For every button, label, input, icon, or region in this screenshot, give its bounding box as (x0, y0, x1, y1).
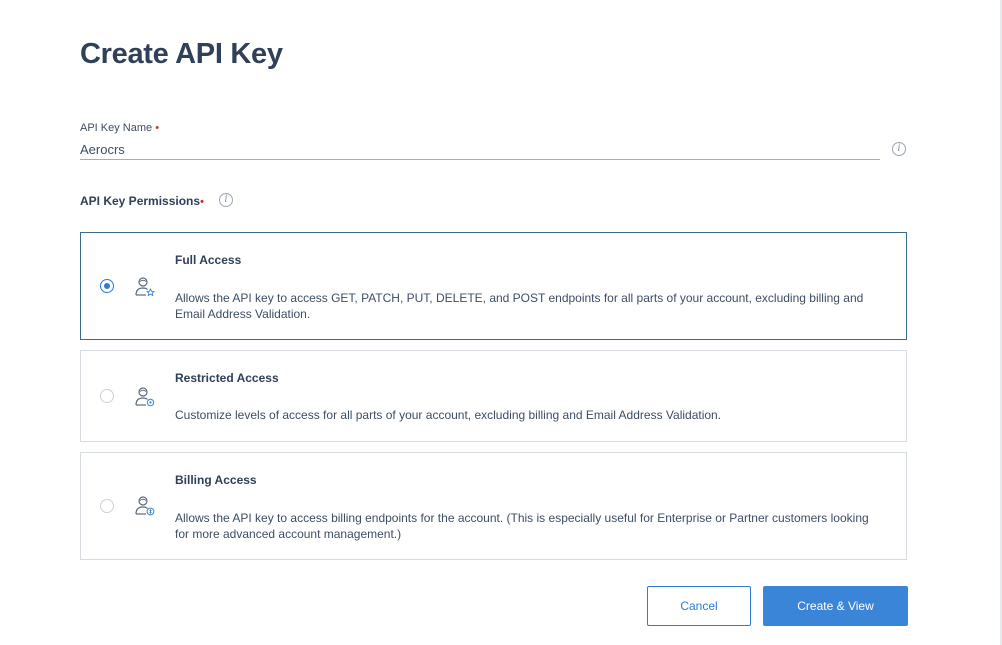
required-indicator: • (155, 122, 160, 134)
page-title: Create API Key (80, 38, 283, 70)
radio-restricted-access[interactable] (100, 389, 114, 403)
option-title: Restricted Access (175, 371, 279, 385)
permission-option-billing-access[interactable]: Billing Access Allows the API key to acc… (80, 452, 907, 560)
info-icon[interactable]: i (892, 142, 906, 156)
api-key-permissions-label-text: API Key Permissions (80, 194, 201, 208)
radio-full-access[interactable] (100, 279, 114, 293)
option-description: Allows the API key to access GET, PATCH,… (175, 291, 864, 321)
permission-option-restricted-access[interactable]: Restricted Access Customize levels of ac… (80, 350, 907, 442)
option-description: Customize levels of access for all parts… (175, 408, 722, 422)
user-gear-icon (135, 387, 155, 407)
user-dollar-icon (135, 496, 155, 516)
api-key-name-label-text: API Key Name (80, 122, 153, 134)
create-and-view-button[interactable]: Create & View (763, 586, 908, 626)
api-key-permissions-label: API Key Permissions• (80, 194, 204, 208)
api-key-name-label: API Key Name • (80, 122, 159, 134)
required-indicator: • (200, 196, 204, 208)
permission-option-full-access[interactable]: Full Access Allows the API key to access… (80, 232, 907, 340)
option-title: Full Access (175, 253, 242, 267)
option-description: Allows the API key to access billing end… (175, 511, 869, 541)
option-title: Billing Access (175, 473, 257, 487)
radio-billing-access[interactable] (100, 499, 114, 513)
info-icon[interactable]: i (219, 193, 233, 207)
user-star-icon (135, 277, 156, 297)
cancel-button[interactable]: Cancel (647, 586, 751, 626)
api-key-name-input[interactable] (80, 139, 880, 160)
